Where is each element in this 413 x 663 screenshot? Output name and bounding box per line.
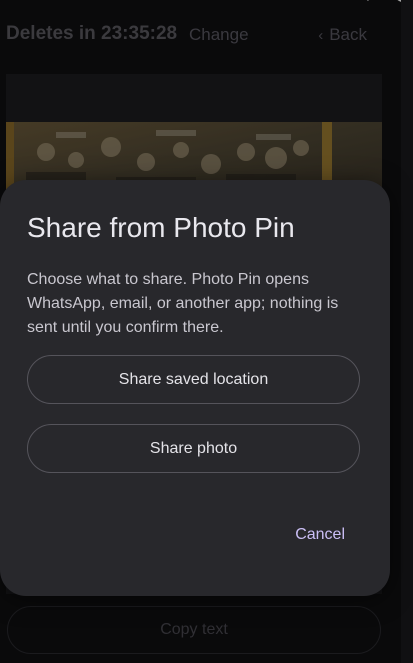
share-dialog: Share from Photo Pin Choose what to shar…	[0, 180, 390, 596]
cancel-button[interactable]: Cancel	[295, 526, 345, 544]
share-photo-button[interactable]: Share photo	[27, 424, 360, 473]
share-saved-location-button[interactable]: Share saved location	[27, 355, 360, 404]
dialog-body: Choose what to share. Photo Pin opens Wh…	[27, 271, 339, 336]
dialog-title: Share from Photo Pin	[27, 212, 295, 243]
